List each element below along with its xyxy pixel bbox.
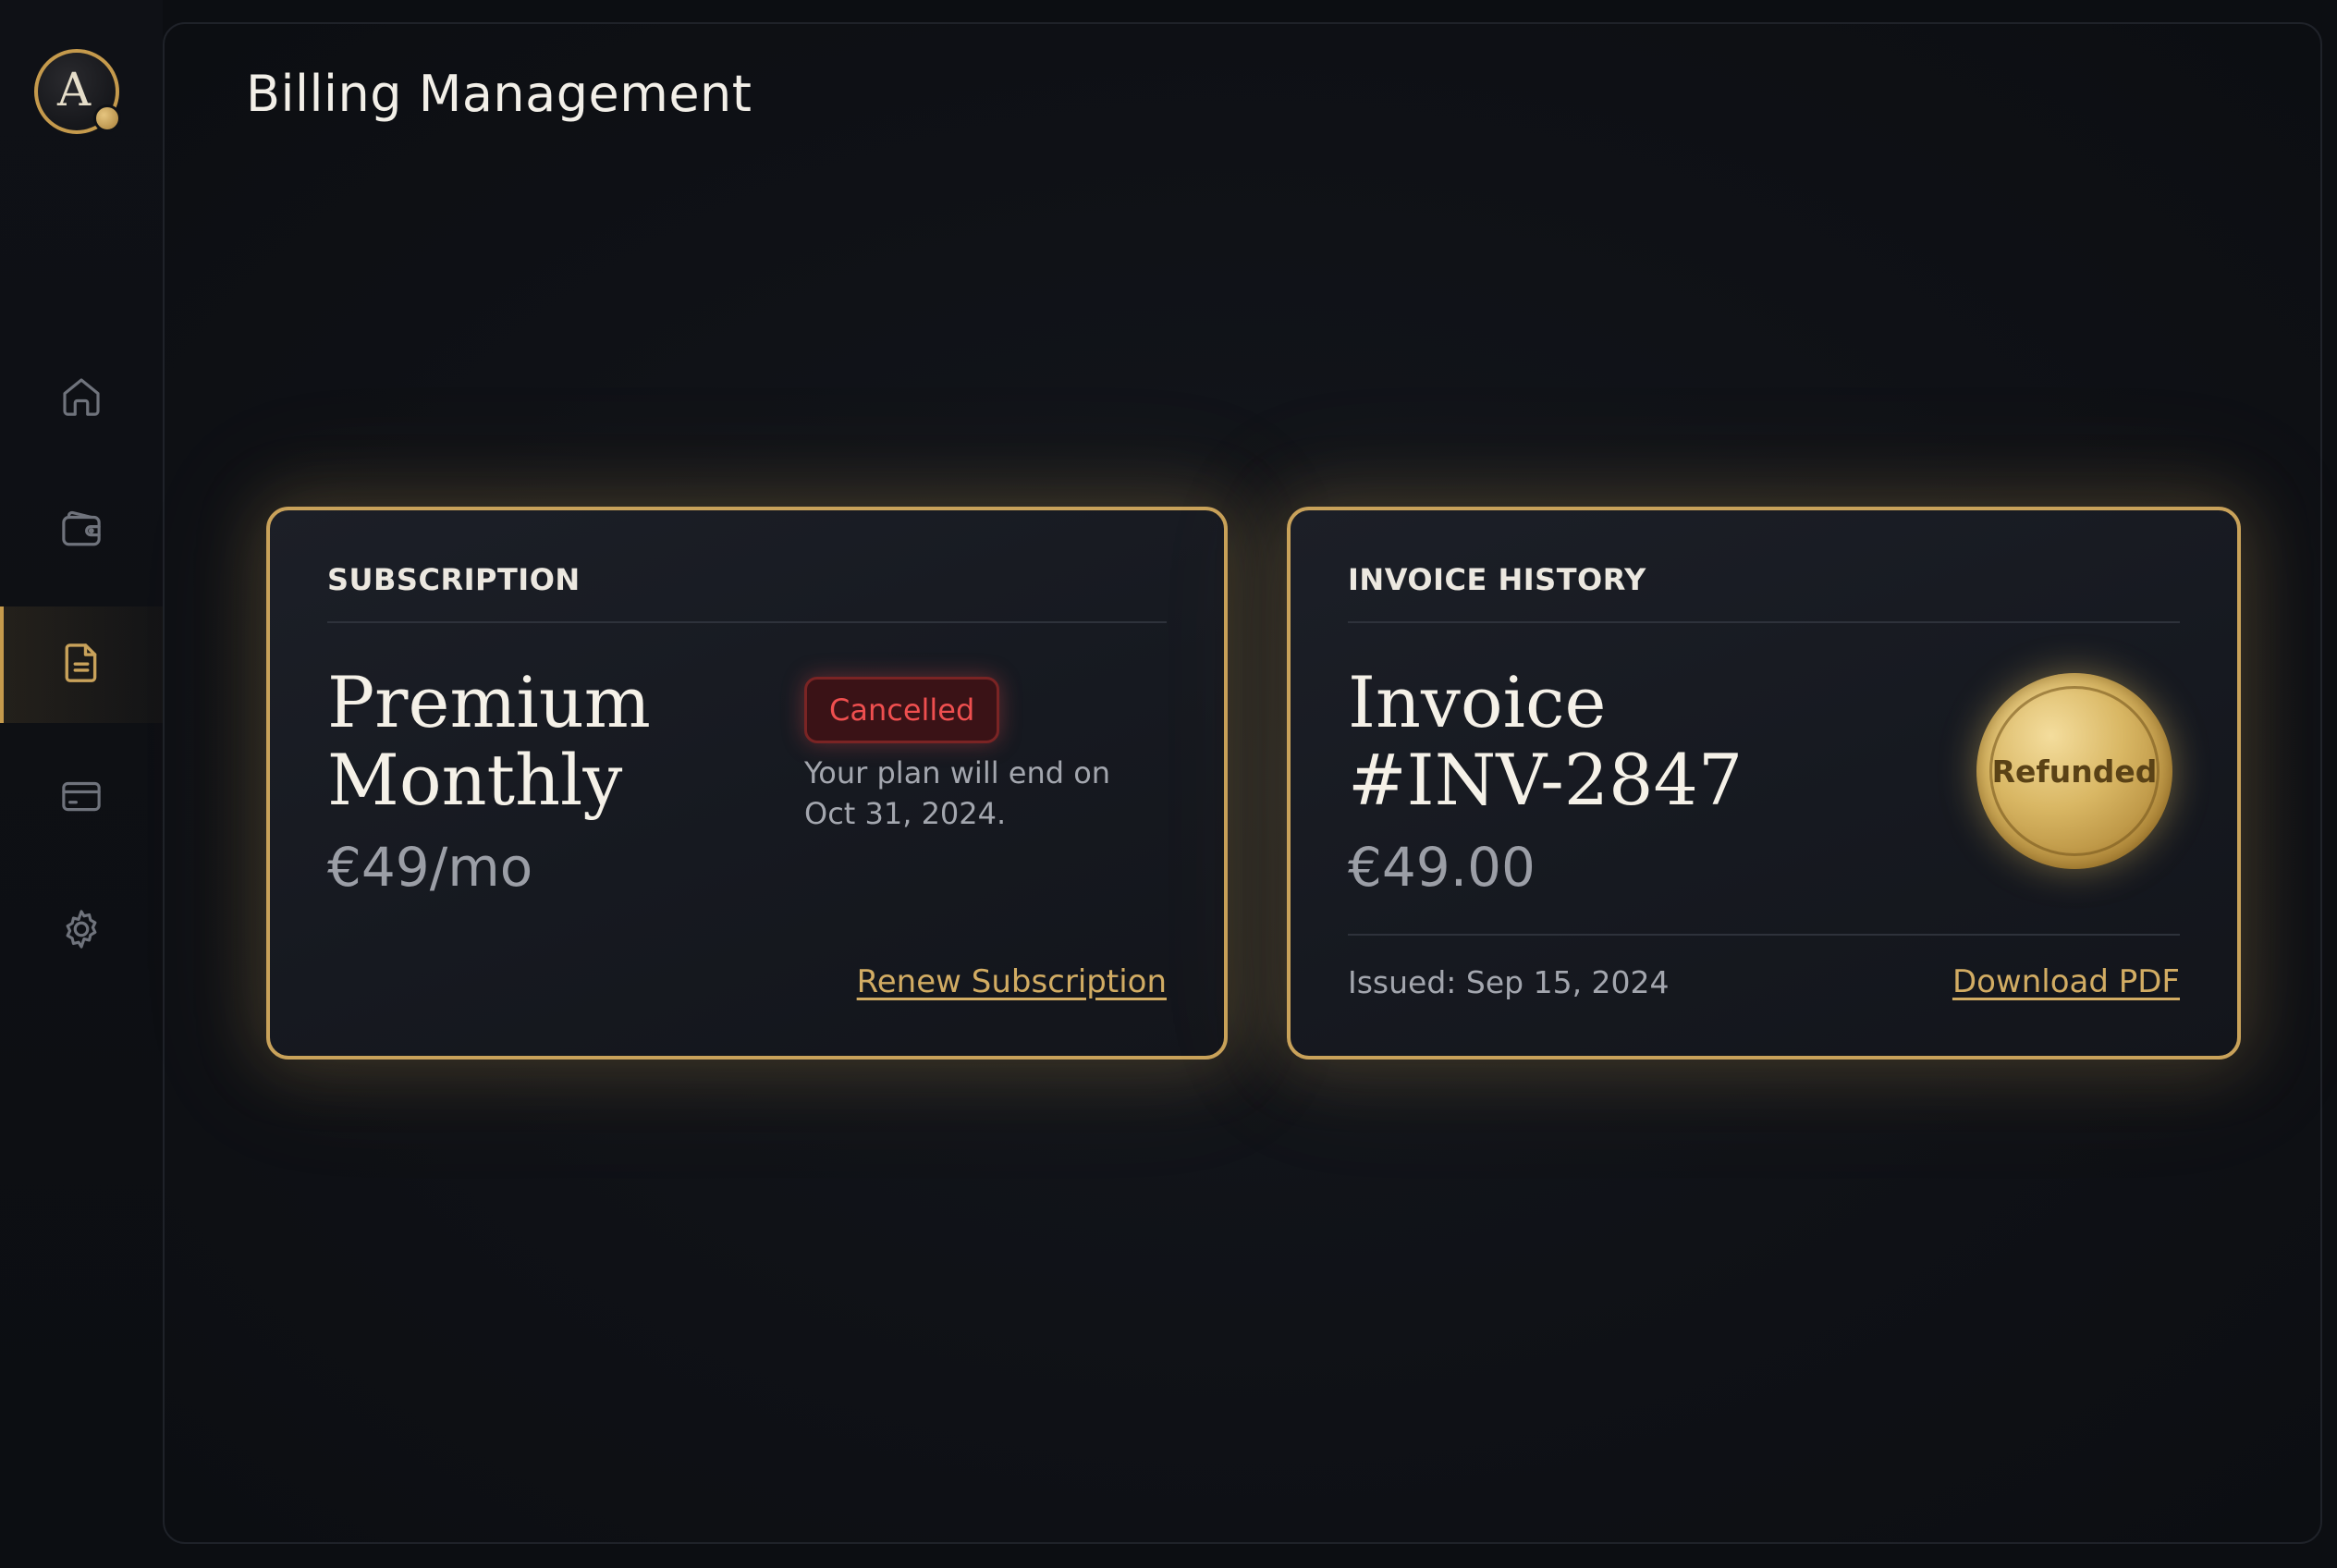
plan-name-line2: Monthly (327, 739, 623, 821)
subscription-label: SUBSCRIPTION (327, 562, 581, 597)
sidebar-item-home[interactable] (0, 340, 163, 457)
page-title: Billing Management (246, 65, 752, 123)
gear-icon (56, 904, 106, 958)
plan-name-line1: Premium (327, 661, 651, 743)
invoice-card: INVOICE HISTORY Invoice #INV-2847 €49.00… (1287, 507, 2241, 1060)
invoice-amount: €49.00 (1348, 836, 1536, 899)
divider (1348, 934, 2180, 936)
invoice-issued-date: Issued: Sep 15, 2024 (1348, 964, 1670, 1000)
status-badge-cancelled: Cancelled (804, 677, 1000, 743)
invoice-history-label: INVOICE HISTORY (1348, 562, 1646, 597)
sidebar-item-invoices[interactable] (0, 606, 163, 723)
brand-logo[interactable]: A (34, 49, 121, 134)
subscription-card: SUBSCRIPTION Premium Monthly €49/mo Canc… (266, 507, 1228, 1060)
download-pdf-link[interactable]: Download PDF (1952, 963, 2180, 1000)
invoice-title-line1: Invoice (1348, 661, 1607, 743)
invoice-title: Invoice #INV-2847 (1348, 664, 1743, 819)
main-panel: Billing Management SUBSCRIPTION Premium … (163, 22, 2322, 1544)
divider (327, 621, 1167, 623)
sidebar-item-cards[interactable] (0, 740, 163, 856)
credit-card-icon (56, 771, 106, 825)
plan-name: Premium Monthly (327, 664, 651, 819)
document-icon (56, 638, 106, 692)
refunded-seal-label: Refunded (1991, 753, 2158, 790)
logo-status-dot (93, 104, 121, 132)
sidebar-item-wallet[interactable] (0, 473, 163, 590)
sidebar-item-settings[interactable] (0, 873, 163, 989)
invoice-number: #INV-2847 (1348, 739, 1744, 821)
plan-end-note: Your plan will end on Oct 31, 2024. (804, 755, 1111, 831)
divider (1348, 621, 2180, 623)
sidebar: A (0, 0, 163, 1568)
home-icon (56, 372, 106, 425)
wallet-icon (56, 505, 106, 558)
refunded-seal: Refunded (1976, 673, 2172, 869)
plan-price: €49/mo (327, 836, 533, 899)
logo-letter: A (56, 63, 92, 116)
app-window: A Billing Management SUBSCRIPTION Premiu… (0, 0, 2337, 1568)
renew-subscription-link[interactable]: Renew Subscription (857, 963, 1167, 1000)
